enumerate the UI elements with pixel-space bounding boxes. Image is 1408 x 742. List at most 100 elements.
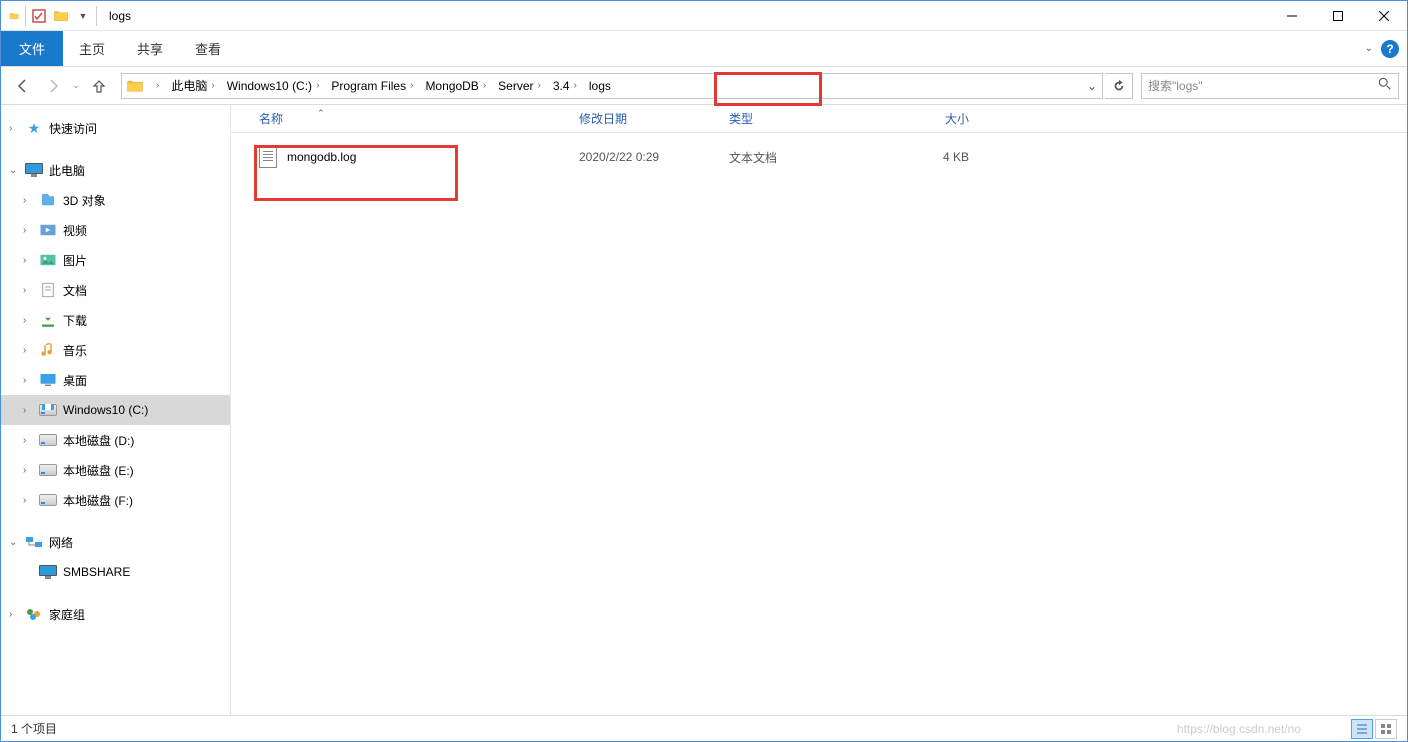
sidebar-item-label: 图片 xyxy=(63,252,87,269)
help-icon[interactable]: ? xyxy=(1381,40,1399,58)
qat-new-folder-icon[interactable] xyxy=(50,8,72,24)
sidebar-item-smbshare[interactable]: SMBSHARE xyxy=(1,557,230,587)
computer-icon xyxy=(25,161,43,179)
file-name: mongodb.log xyxy=(287,150,356,164)
chevron-down-icon[interactable]: ⌄ xyxy=(9,165,21,176)
status-item-count: 1 个项目 xyxy=(11,720,57,737)
navigation-bar: ⌄ › 此电脑› Windows10 (C:)› Program Files› … xyxy=(1,67,1407,105)
file-list-pane: 名称⌃ 修改日期 类型 大小 mongodb.log 2020/2/22 0:2… xyxy=(231,105,1407,715)
folder-icon xyxy=(9,7,19,25)
sidebar-item-label: 本地磁盘 (D:) xyxy=(63,432,134,449)
forward-button[interactable] xyxy=(39,72,67,100)
sidebar-network[interactable]: ⌄ 网络 xyxy=(1,527,230,557)
sidebar-item-label: 视频 xyxy=(63,222,87,239)
sidebar-this-pc[interactable]: ⌄ 此电脑 xyxy=(1,155,230,185)
videos-icon xyxy=(39,221,57,239)
tab-view[interactable]: 查看 xyxy=(179,31,237,66)
file-size: 4 KB xyxy=(879,150,969,164)
sidebar-item-label: 3D 对象 xyxy=(63,192,106,209)
downloads-icon xyxy=(39,311,57,329)
search-icon[interactable] xyxy=(1378,77,1392,94)
ribbon-collapse-icon[interactable]: ⌄ xyxy=(1365,43,1373,54)
window-controls xyxy=(1269,1,1407,31)
crumb-drive-c[interactable]: Windows10 (C:)› xyxy=(223,74,328,98)
crumb-logs[interactable]: logs xyxy=(585,74,615,98)
crumb-version[interactable]: 3.4› xyxy=(549,74,585,98)
sort-ascending-icon: ⌃ xyxy=(317,108,325,119)
sidebar-item-label: 下载 xyxy=(63,312,87,329)
sidebar-homegroup[interactable]: › 家庭组 xyxy=(1,599,230,629)
minimize-button[interactable] xyxy=(1269,1,1315,31)
sidebar-item-label: 家庭组 xyxy=(49,606,85,623)
sidebar-item-label: 本地磁盘 (F:) xyxy=(63,492,133,509)
crumb-this-pc[interactable]: 此电脑› xyxy=(167,74,222,98)
sidebar-item-label: 文档 xyxy=(63,282,87,299)
desktop-icon xyxy=(39,371,57,389)
sidebar-item-3d-objects[interactable]: ›3D 对象 xyxy=(1,185,230,215)
column-headers: 名称⌃ 修改日期 类型 大小 xyxy=(231,105,1407,133)
sidebar-item-drive-c[interactable]: ›Windows10 (C:) xyxy=(1,395,230,425)
text-document-icon xyxy=(259,146,277,168)
search-box[interactable] xyxy=(1141,73,1399,99)
recent-locations-dropdown[interactable]: ⌄ xyxy=(69,72,83,100)
qat-properties-icon[interactable] xyxy=(28,9,50,23)
column-type[interactable]: 类型 xyxy=(729,110,879,127)
sidebar-item-label: 快速访问 xyxy=(49,120,97,137)
file-tab[interactable]: 文件 xyxy=(1,31,63,66)
tab-home[interactable]: 主页 xyxy=(63,31,121,66)
documents-icon xyxy=(39,281,57,299)
window-title: logs xyxy=(109,9,131,23)
chevron-right-icon[interactable]: › xyxy=(9,609,21,620)
status-bar: 1 个项目 https://blog.csdn.net/no xyxy=(1,715,1407,741)
address-bar[interactable]: › 此电脑› Windows10 (C:)› Program Files› Mo… xyxy=(121,73,1103,99)
sidebar-item-drive-f[interactable]: ›本地磁盘 (F:) xyxy=(1,485,230,515)
chevron-right-icon[interactable]: › xyxy=(9,123,21,134)
address-dropdown-icon[interactable]: ⌄ xyxy=(1082,79,1102,93)
network-icon xyxy=(25,533,43,551)
sidebar-item-videos[interactable]: ›视频 xyxy=(1,215,230,245)
sidebar-item-label: Windows10 (C:) xyxy=(63,403,148,417)
sidebar-item-label: 网络 xyxy=(49,534,73,551)
crumb-program-files[interactable]: Program Files› xyxy=(327,74,421,98)
back-button[interactable] xyxy=(9,72,37,100)
column-date[interactable]: 修改日期 xyxy=(579,110,729,127)
maximize-button[interactable] xyxy=(1315,1,1361,31)
crumb-chevron-root[interactable]: › xyxy=(148,74,167,98)
view-mode-buttons xyxy=(1351,719,1397,739)
file-date: 2020/2/22 0:29 xyxy=(579,150,729,164)
search-input[interactable] xyxy=(1148,79,1378,93)
chevron-down-icon[interactable]: ⌄ xyxy=(9,537,21,548)
up-button[interactable] xyxy=(85,72,113,100)
pictures-icon xyxy=(39,251,57,269)
column-name[interactable]: 名称⌃ xyxy=(259,110,579,127)
qat-customize-dropdown[interactable]: ▼ xyxy=(72,11,94,21)
close-button[interactable] xyxy=(1361,1,1407,31)
sidebar-item-desktop[interactable]: ›桌面 xyxy=(1,365,230,395)
drive-icon xyxy=(39,461,57,479)
sidebar-item-label: 此电脑 xyxy=(49,162,85,179)
file-type: 文本文档 xyxy=(729,149,879,166)
column-size[interactable]: 大小 xyxy=(879,110,969,127)
drive-icon xyxy=(39,431,57,449)
main-content: › ★ 快速访问 ⌄ 此电脑 ›3D 对象 ›视频 ›图片 ›文档 ›下载 ›音… xyxy=(1,105,1407,715)
sidebar-item-documents[interactable]: ›文档 xyxy=(1,275,230,305)
file-row[interactable]: mongodb.log 2020/2/22 0:29 文本文档 4 KB xyxy=(231,141,1407,173)
refresh-button[interactable] xyxy=(1105,73,1133,99)
sidebar-item-downloads[interactable]: ›下载 xyxy=(1,305,230,335)
sidebar-item-music[interactable]: ›音乐 xyxy=(1,335,230,365)
title-bar: ▼ logs xyxy=(1,1,1407,31)
sidebar-quick-access[interactable]: › ★ 快速访问 xyxy=(1,113,230,143)
details-view-button[interactable] xyxy=(1351,719,1373,739)
crumb-mongodb[interactable]: MongoDB› xyxy=(421,74,494,98)
ribbon: 文件 主页 共享 查看 ⌄ ? xyxy=(1,31,1407,67)
sidebar-item-label: 本地磁盘 (E:) xyxy=(63,462,134,479)
sidebar-item-drive-d[interactable]: ›本地磁盘 (D:) xyxy=(1,425,230,455)
sidebar-item-pictures[interactable]: ›图片 xyxy=(1,245,230,275)
homegroup-icon xyxy=(25,605,43,623)
crumb-server[interactable]: Server› xyxy=(494,74,549,98)
sidebar-item-drive-e[interactable]: ›本地磁盘 (E:) xyxy=(1,455,230,485)
sidebar-item-label: 桌面 xyxy=(63,372,87,389)
tab-share[interactable]: 共享 xyxy=(121,31,179,66)
large-icons-view-button[interactable] xyxy=(1375,719,1397,739)
sidebar-item-label: 音乐 xyxy=(63,342,87,359)
